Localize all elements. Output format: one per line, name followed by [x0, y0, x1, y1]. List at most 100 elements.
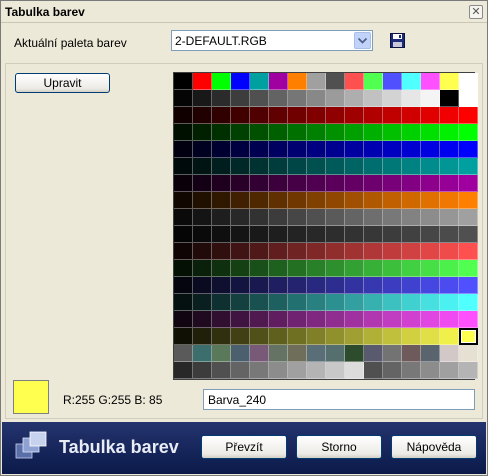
color-cell[interactable] — [269, 107, 288, 124]
color-cell[interactable] — [364, 124, 383, 141]
color-cell[interactable] — [193, 328, 212, 345]
color-cell[interactable] — [193, 90, 212, 107]
color-cell[interactable] — [402, 294, 421, 311]
color-cell[interactable] — [421, 260, 440, 277]
color-cell[interactable] — [307, 73, 326, 90]
color-cell[interactable] — [250, 226, 269, 243]
color-cell[interactable] — [307, 175, 326, 192]
color-cell[interactable] — [307, 311, 326, 328]
color-cell[interactable] — [250, 294, 269, 311]
color-cell[interactable] — [307, 362, 326, 379]
color-cell[interactable] — [231, 362, 250, 379]
color-cell[interactable] — [288, 328, 307, 345]
color-cell[interactable] — [402, 209, 421, 226]
color-cell[interactable] — [269, 294, 288, 311]
color-cell[interactable] — [345, 311, 364, 328]
color-cell[interactable] — [364, 175, 383, 192]
color-cell[interactable] — [402, 362, 421, 379]
floppy-disk-icon[interactable] — [390, 33, 405, 48]
color-cell[interactable] — [212, 226, 231, 243]
color-cell[interactable] — [174, 226, 193, 243]
color-cell[interactable] — [326, 328, 345, 345]
color-cell[interactable] — [174, 311, 193, 328]
color-cell[interactable] — [269, 345, 288, 362]
color-cell[interactable] — [421, 141, 440, 158]
color-cell[interactable] — [459, 345, 478, 362]
color-cell[interactable] — [383, 260, 402, 277]
color-cell[interactable] — [459, 107, 478, 124]
color-cell[interactable] — [231, 141, 250, 158]
color-cell[interactable] — [459, 294, 478, 311]
color-cell[interactable] — [383, 277, 402, 294]
color-cell[interactable] — [193, 226, 212, 243]
color-cell[interactable] — [231, 311, 250, 328]
color-cell[interactable] — [326, 209, 345, 226]
color-cell[interactable] — [421, 192, 440, 209]
color-cell[interactable] — [269, 362, 288, 379]
color-cell[interactable] — [250, 243, 269, 260]
color-cell[interactable] — [174, 328, 193, 345]
color-cell[interactable] — [288, 243, 307, 260]
color-cell[interactable] — [326, 345, 345, 362]
color-cell[interactable] — [231, 124, 250, 141]
color-cell[interactable] — [421, 175, 440, 192]
color-cell[interactable] — [174, 260, 193, 277]
color-cell[interactable] — [345, 158, 364, 175]
color-cell[interactable] — [402, 141, 421, 158]
color-cell[interactable] — [212, 277, 231, 294]
color-cell[interactable] — [421, 209, 440, 226]
color-cell[interactable] — [269, 90, 288, 107]
color-cell[interactable] — [459, 158, 478, 175]
color-cell[interactable] — [269, 226, 288, 243]
color-cell[interactable] — [440, 345, 459, 362]
color-cell[interactable] — [288, 362, 307, 379]
color-cell[interactable] — [307, 90, 326, 107]
color-cell[interactable] — [402, 243, 421, 260]
color-cell[interactable] — [383, 124, 402, 141]
color-cell[interactable] — [212, 311, 231, 328]
color-cell[interactable] — [174, 107, 193, 124]
color-cell[interactable] — [307, 260, 326, 277]
color-cell[interactable] — [174, 124, 193, 141]
color-cell[interactable] — [250, 209, 269, 226]
color-cell[interactable] — [345, 345, 364, 362]
color-cell[interactable] — [231, 328, 250, 345]
color-cell[interactable] — [231, 73, 250, 90]
color-cell[interactable] — [345, 192, 364, 209]
color-cell[interactable] — [250, 362, 269, 379]
color-cell[interactable] — [326, 277, 345, 294]
accept-button[interactable]: Převzít — [201, 435, 287, 459]
color-cell[interactable] — [440, 175, 459, 192]
color-cell[interactable] — [288, 107, 307, 124]
color-cell[interactable] — [383, 158, 402, 175]
color-cell[interactable] — [326, 311, 345, 328]
color-cell[interactable] — [288, 73, 307, 90]
color-cell[interactable] — [383, 175, 402, 192]
color-cell[interactable] — [326, 158, 345, 175]
color-cell[interactable] — [212, 243, 231, 260]
color-cell[interactable] — [288, 192, 307, 209]
color-cell[interactable] — [269, 73, 288, 90]
color-cell[interactable] — [364, 260, 383, 277]
color-cell[interactable] — [440, 328, 459, 345]
color-cell[interactable] — [440, 158, 459, 175]
color-cell[interactable] — [440, 243, 459, 260]
color-cell[interactable] — [269, 277, 288, 294]
color-cell[interactable] — [288, 124, 307, 141]
color-cell[interactable] — [326, 260, 345, 277]
color-cell[interactable] — [459, 175, 478, 192]
color-cell[interactable] — [345, 175, 364, 192]
color-cell[interactable] — [193, 141, 212, 158]
color-cell[interactable] — [345, 328, 364, 345]
color-cell[interactable] — [326, 226, 345, 243]
color-cell[interactable] — [212, 294, 231, 311]
color-cell[interactable] — [345, 141, 364, 158]
edit-button[interactable]: Upravit — [15, 73, 110, 93]
color-cell[interactable] — [345, 243, 364, 260]
color-cell[interactable] — [193, 192, 212, 209]
help-button[interactable]: Nápověda — [391, 435, 477, 459]
color-cell[interactable] — [402, 260, 421, 277]
color-cell[interactable] — [212, 192, 231, 209]
color-cell[interactable] — [250, 73, 269, 90]
color-cell[interactable] — [345, 73, 364, 90]
